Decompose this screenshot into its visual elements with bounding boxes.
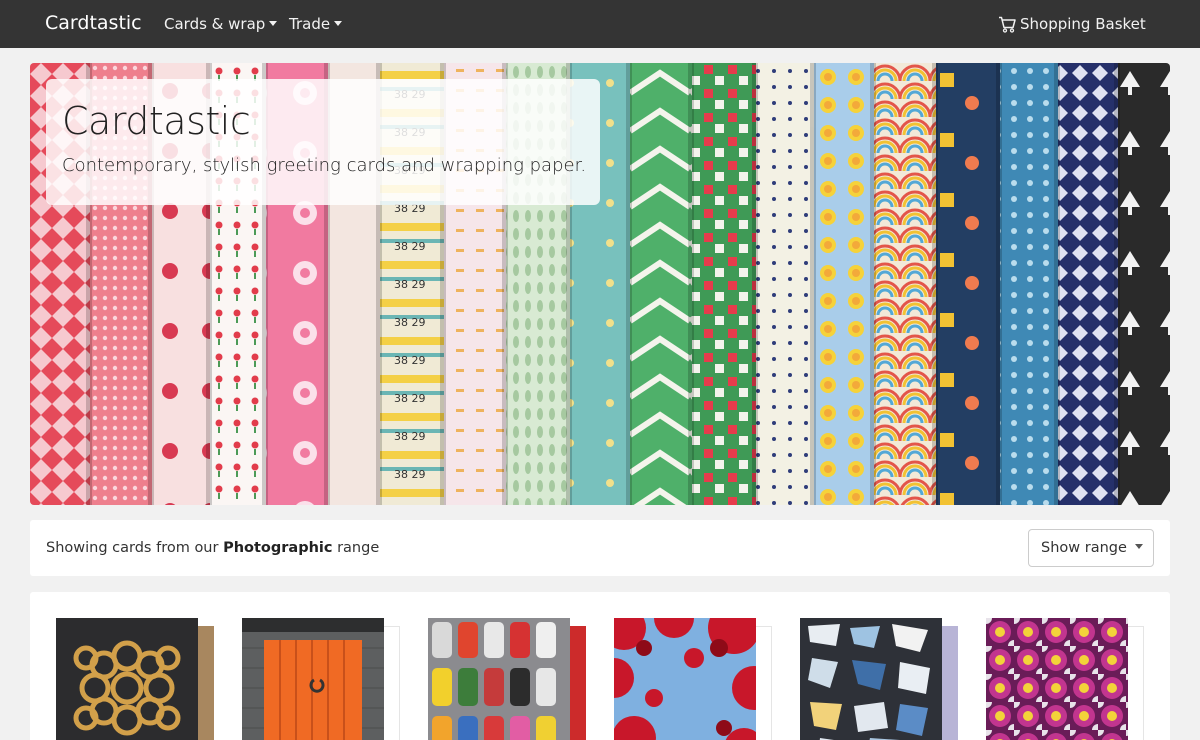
range-suffix: range	[332, 540, 380, 556]
trade-label: Trade	[289, 15, 331, 33]
hero-banner: 38 29	[30, 63, 1170, 505]
cards-wrap-label: Cards & wrap	[164, 15, 266, 33]
range-prefix: Showing cards from our	[46, 540, 224, 556]
range-name: Photographic	[223, 540, 333, 556]
product-card-red-leaves[interactable]	[614, 618, 774, 740]
shopping-cart-icon	[999, 16, 1016, 33]
product-card-toy-cars[interactable]	[428, 618, 588, 740]
card-image-orange-door	[242, 618, 384, 740]
caret-down-icon	[1134, 544, 1143, 549]
show-range-dropdown-button[interactable]: Show range	[1028, 529, 1154, 567]
card-image-toy-cars	[428, 618, 570, 740]
product-grid	[30, 592, 1170, 740]
range-description: Showing cards from our Photographic rang…	[46, 540, 379, 556]
card-image-flowers	[986, 618, 1128, 740]
range-selector-bar: Showing cards from our Photographic rang…	[30, 520, 1170, 576]
hero-title: Cardtastic	[62, 99, 251, 143]
hero-caption-box: Cardtastic Contemporary, stylish greetin…	[46, 79, 600, 205]
product-card-broken-china[interactable]	[800, 618, 960, 740]
show-range-label: Show range	[1041, 540, 1127, 556]
trade-dropdown[interactable]: Trade	[289, 15, 343, 33]
caret-down-icon	[269, 21, 278, 26]
caret-down-icon	[334, 21, 343, 26]
product-card-orange-door[interactable]	[242, 618, 402, 740]
hero-subtitle: Contemporary, stylish greeting cards and…	[62, 155, 587, 176]
shopping-basket-link[interactable]: Shopping Basket	[998, 15, 1146, 33]
card-image-red-leaves	[614, 618, 756, 740]
top-navbar: Cardtastic Cards & wrap Trade Shopping B…	[0, 0, 1200, 48]
product-card-flowers[interactable]	[986, 618, 1146, 740]
cards-wrap-dropdown[interactable]: Cards & wrap	[164, 15, 278, 33]
card-image-pretzel	[56, 618, 198, 740]
product-card-pretzel[interactable]	[56, 618, 216, 740]
card-image-broken-china	[800, 618, 942, 740]
brand-logo-link[interactable]: Cardtastic	[45, 12, 142, 34]
shopping-basket-label: Shopping Basket	[1020, 15, 1146, 33]
